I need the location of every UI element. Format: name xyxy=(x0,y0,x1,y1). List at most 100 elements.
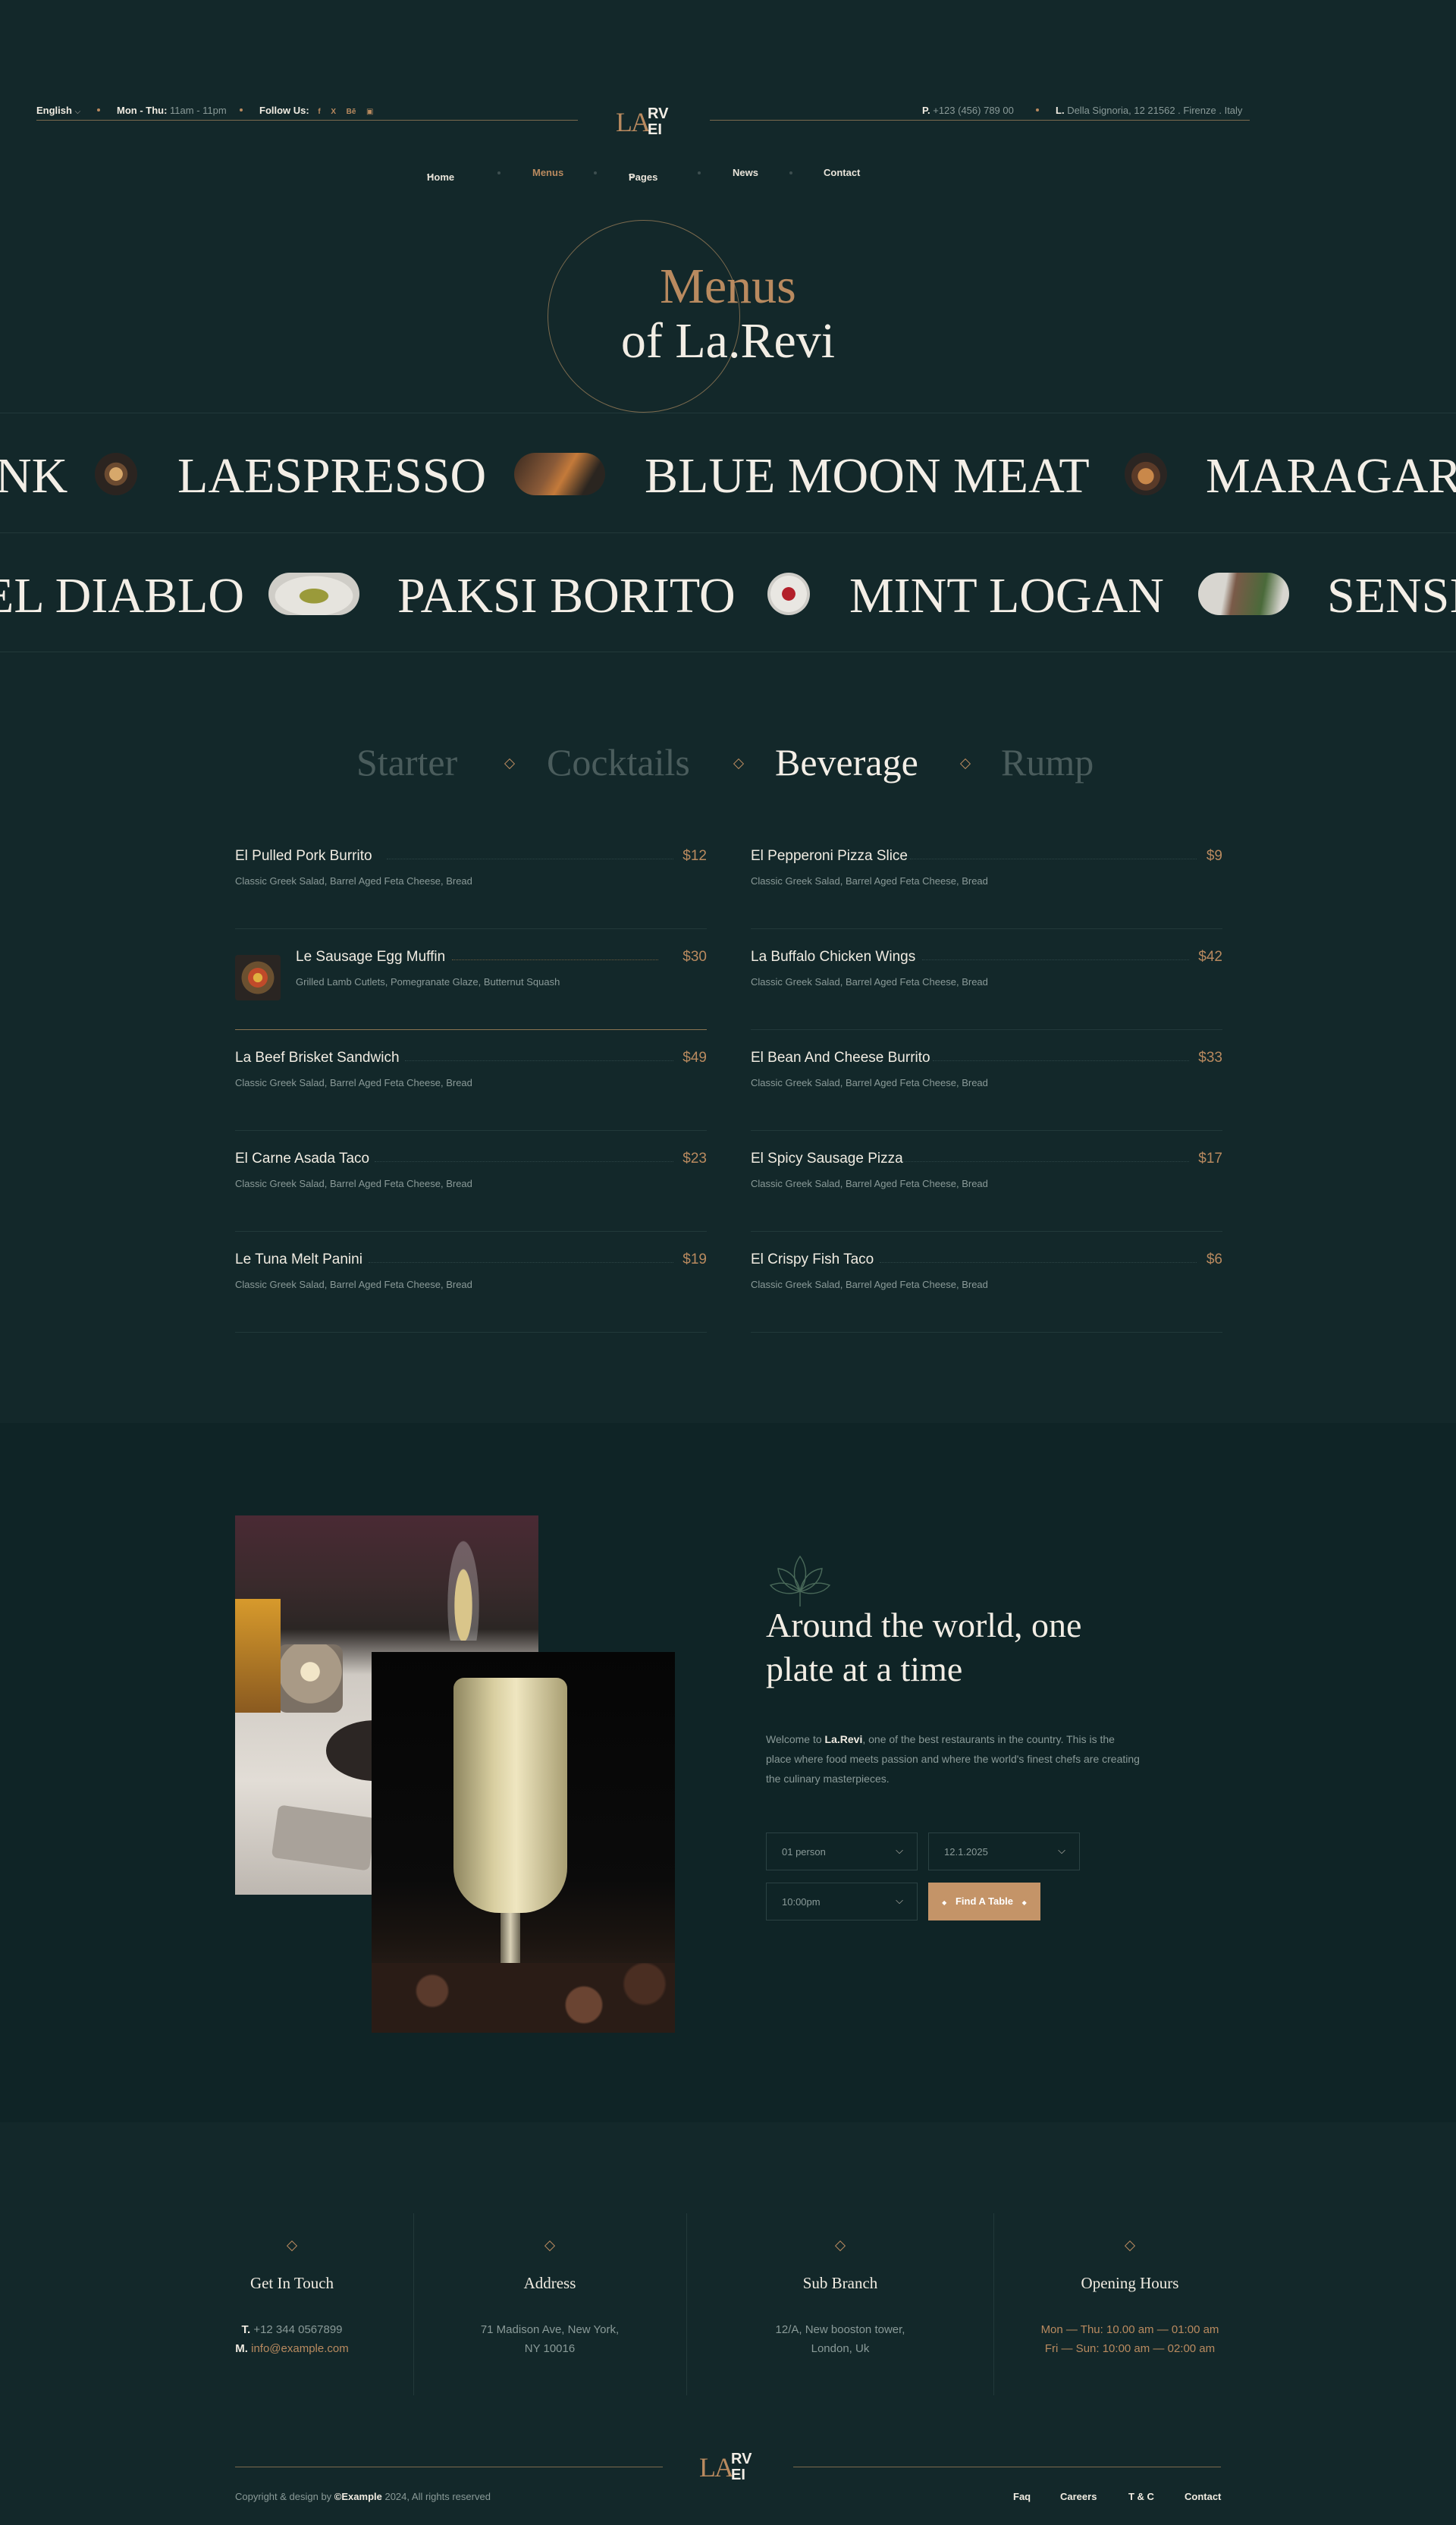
logo-left: LA xyxy=(699,2452,734,2483)
about-section: Around the world, one plate at a time We… xyxy=(0,1423,1456,2122)
find-table-label: Find A Table xyxy=(955,1895,1014,1907)
chevron-down-icon: ⌵ xyxy=(427,171,433,180)
persons-select[interactable]: 01 person ⌵ xyxy=(766,1833,918,1870)
menu-item[interactable]: El Pepperoni Pizza Slice $9 Classic Gree… xyxy=(751,828,1222,929)
find-table-button[interactable]: ◆ Find A Table ◆ xyxy=(928,1883,1040,1920)
napkin-shape xyxy=(271,1804,377,1871)
menu-item-price: $49 xyxy=(682,1050,707,1066)
menu-item[interactable]: La Buffalo Chicken Wings $42 Classic Gre… xyxy=(751,929,1222,1030)
diamond-icon xyxy=(544,2240,556,2252)
time-value: 10:00pm xyxy=(782,1896,821,1908)
diamond-icon xyxy=(959,758,971,770)
menu-item[interactable]: Le Tuna Melt Panini $19 Classic Greek Sa… xyxy=(235,1232,707,1333)
tab-cocktails[interactable]: Cocktails xyxy=(547,740,690,784)
branch-line2: London, Uk xyxy=(811,2342,870,2355)
date-select[interactable]: 12.1.2025 ⌵ xyxy=(928,1833,1080,1870)
footer-col-title: Get In Touch xyxy=(249,2274,334,2292)
about-title-line1: Around the world, one xyxy=(766,1606,1082,1644)
menu-item-desc: Classic Greek Salad, Barrel Aged Feta Ch… xyxy=(235,1279,472,1290)
language-select[interactable]: English ⌵ xyxy=(36,105,80,116)
facebook-icon[interactable]: f xyxy=(318,108,320,116)
menu-item[interactable]: El Pulled Pork Burrito $12 Classic Greek… xyxy=(235,828,707,929)
behance-icon[interactable]: Bē xyxy=(347,108,356,116)
hours-label: Mon - Thu: xyxy=(117,105,168,116)
diamond-icon xyxy=(286,2240,298,2252)
food-shape xyxy=(235,1599,281,1713)
hero-title-line2: of La.Revi xyxy=(620,313,836,369)
menu-item-desc: Classic Greek Salad, Barrel Aged Feta Ch… xyxy=(235,875,472,887)
body-prefix: Welcome to xyxy=(766,1733,825,1745)
nav-item-menus[interactable]: Menus xyxy=(532,167,563,178)
menu-item-leader xyxy=(375,1161,673,1162)
footer-link-faq[interactable]: Faq xyxy=(1013,2491,1031,2502)
follow-us: Follow Us: f X Bē ▣ xyxy=(259,105,373,116)
logo-right-top: RV xyxy=(731,2451,752,2467)
tab-rump[interactable]: Rump xyxy=(1001,740,1094,784)
location-value: Della Signoria, 12 21562 . Firenze . Ita… xyxy=(1067,105,1243,116)
menu-item-price: $23 xyxy=(682,1151,707,1167)
menu-item-leader xyxy=(902,1161,1189,1162)
dish-thumbnail xyxy=(268,573,359,615)
dish-thumbnail xyxy=(514,453,605,495)
menu-item-price: $17 xyxy=(1198,1151,1222,1167)
menu-item-name: Le Tuna Melt Panini xyxy=(235,1252,362,1267)
menu-item[interactable]: El Bean And Cheese Burrito $33 Classic G… xyxy=(751,1030,1222,1131)
garnish-shape xyxy=(372,1963,675,2033)
hours-label: Mon — Thu: xyxy=(1040,2323,1103,2336)
menu-item[interactable]: El Spicy Sausage Pizza $17 Classic Greek… xyxy=(751,1131,1222,1232)
nav-item-news[interactable]: News xyxy=(733,167,758,178)
diamond-icon xyxy=(733,758,745,770)
marquee-text: MARAGARI xyxy=(1206,448,1456,504)
menu-item-desc: Grilled Lamb Cutlets, Pomegranate Glaze,… xyxy=(296,976,560,988)
tab-starter[interactable]: Starter xyxy=(356,740,457,784)
chevron-down-icon: ⌵ xyxy=(896,1895,903,1906)
menu-item-price: $30 xyxy=(682,949,707,965)
dish-thumbnail xyxy=(95,453,137,495)
menu-item-name: El Spicy Sausage Pizza xyxy=(751,1151,903,1167)
footer-email[interactable]: M. info@example.com xyxy=(148,2342,436,2355)
footer-col-hours: Opening Hours Mon — Thu: 10.00 am — 01:0… xyxy=(986,2239,1274,2355)
marquee-row: NK LAESPRESSO BLUE MOON MEAT MARAGARI xyxy=(0,413,1456,532)
footer-col-title: Sub Branch xyxy=(802,2274,878,2292)
menu-item-leader xyxy=(369,1262,673,1263)
body-brand: La.Revi xyxy=(824,1733,863,1745)
phone-value: +12 344 0567899 xyxy=(253,2323,343,2336)
contact-phone[interactable]: P. +123 (456) 789 00 xyxy=(922,105,1014,116)
about-body: Welcome to La.Revi, one of the best rest… xyxy=(766,1729,1191,1789)
youtube-icon[interactable]: ▣ xyxy=(366,108,373,116)
menu-item-price: $12 xyxy=(682,848,707,864)
tab-beverage[interactable]: Beverage xyxy=(775,740,918,784)
x-icon[interactable]: X xyxy=(331,108,336,116)
phone-label: P. xyxy=(922,105,930,116)
hero-title-line1: Menus xyxy=(660,259,796,314)
hours-line1: Mon — Thu: 10.00 am — 01:00 am xyxy=(986,2323,1274,2336)
menu-item-desc: Classic Greek Salad, Barrel Aged Feta Ch… xyxy=(235,1077,472,1088)
about-title-line2: plate at a time xyxy=(766,1650,963,1688)
marquee-text: PAKSI BORITO xyxy=(397,568,736,623)
copyright: Copyright & design by ©Example 2024, All… xyxy=(235,2491,491,2502)
footer-link-tc[interactable]: T & C xyxy=(1128,2491,1154,2502)
nav-item-contact[interactable]: Contact xyxy=(824,167,860,178)
footer-logo[interactable]: LA RV EI xyxy=(699,2450,757,2485)
menu-item-name: Le Sausage Egg Muffin xyxy=(296,949,446,965)
menu-item[interactable]: La Beef Brisket Sandwich $49 Classic Gre… xyxy=(235,1030,707,1131)
nav-separator xyxy=(789,171,792,174)
footer-link-contact[interactable]: Contact xyxy=(1185,2491,1221,2502)
marquee-text: MINT LOGAN xyxy=(849,568,1164,623)
footer-link-careers[interactable]: Careers xyxy=(1060,2491,1097,2502)
menu-item-price: $6 xyxy=(1206,1252,1222,1267)
menu-item-leader xyxy=(922,959,1189,960)
time-select[interactable]: 10:00pm ⌵ xyxy=(766,1883,918,1920)
footer-col-title: Address xyxy=(523,2274,576,2292)
footer-phone[interactable]: T. +12 344 0567899 xyxy=(148,2323,436,2336)
menu-item-name: El Pepperoni Pizza Slice xyxy=(751,848,908,864)
copyright-suffix: 2024, All rights reserved xyxy=(381,2491,491,2502)
menu-item[interactable]: El Crispy Fish Taco $6 Classic Greek Sal… xyxy=(751,1232,1222,1333)
marquee-row: EL DIABLO PAKSI BORITO MINT LOGAN SENSI xyxy=(0,532,1456,652)
menu-item-desc: Classic Greek Salad, Barrel Aged Feta Ch… xyxy=(235,1178,472,1189)
site-logo[interactable]: LA RV EI xyxy=(616,105,673,140)
menu-item[interactable]: El Carne Asada Taco $23 Classic Greek Sa… xyxy=(235,1131,707,1232)
marquee-text: EL DIABLO xyxy=(0,568,244,623)
menu-item-featured[interactable]: Le Sausage Egg Muffin $30 Grilled Lamb C… xyxy=(235,929,707,1030)
diamond-icon xyxy=(1124,2240,1136,2252)
